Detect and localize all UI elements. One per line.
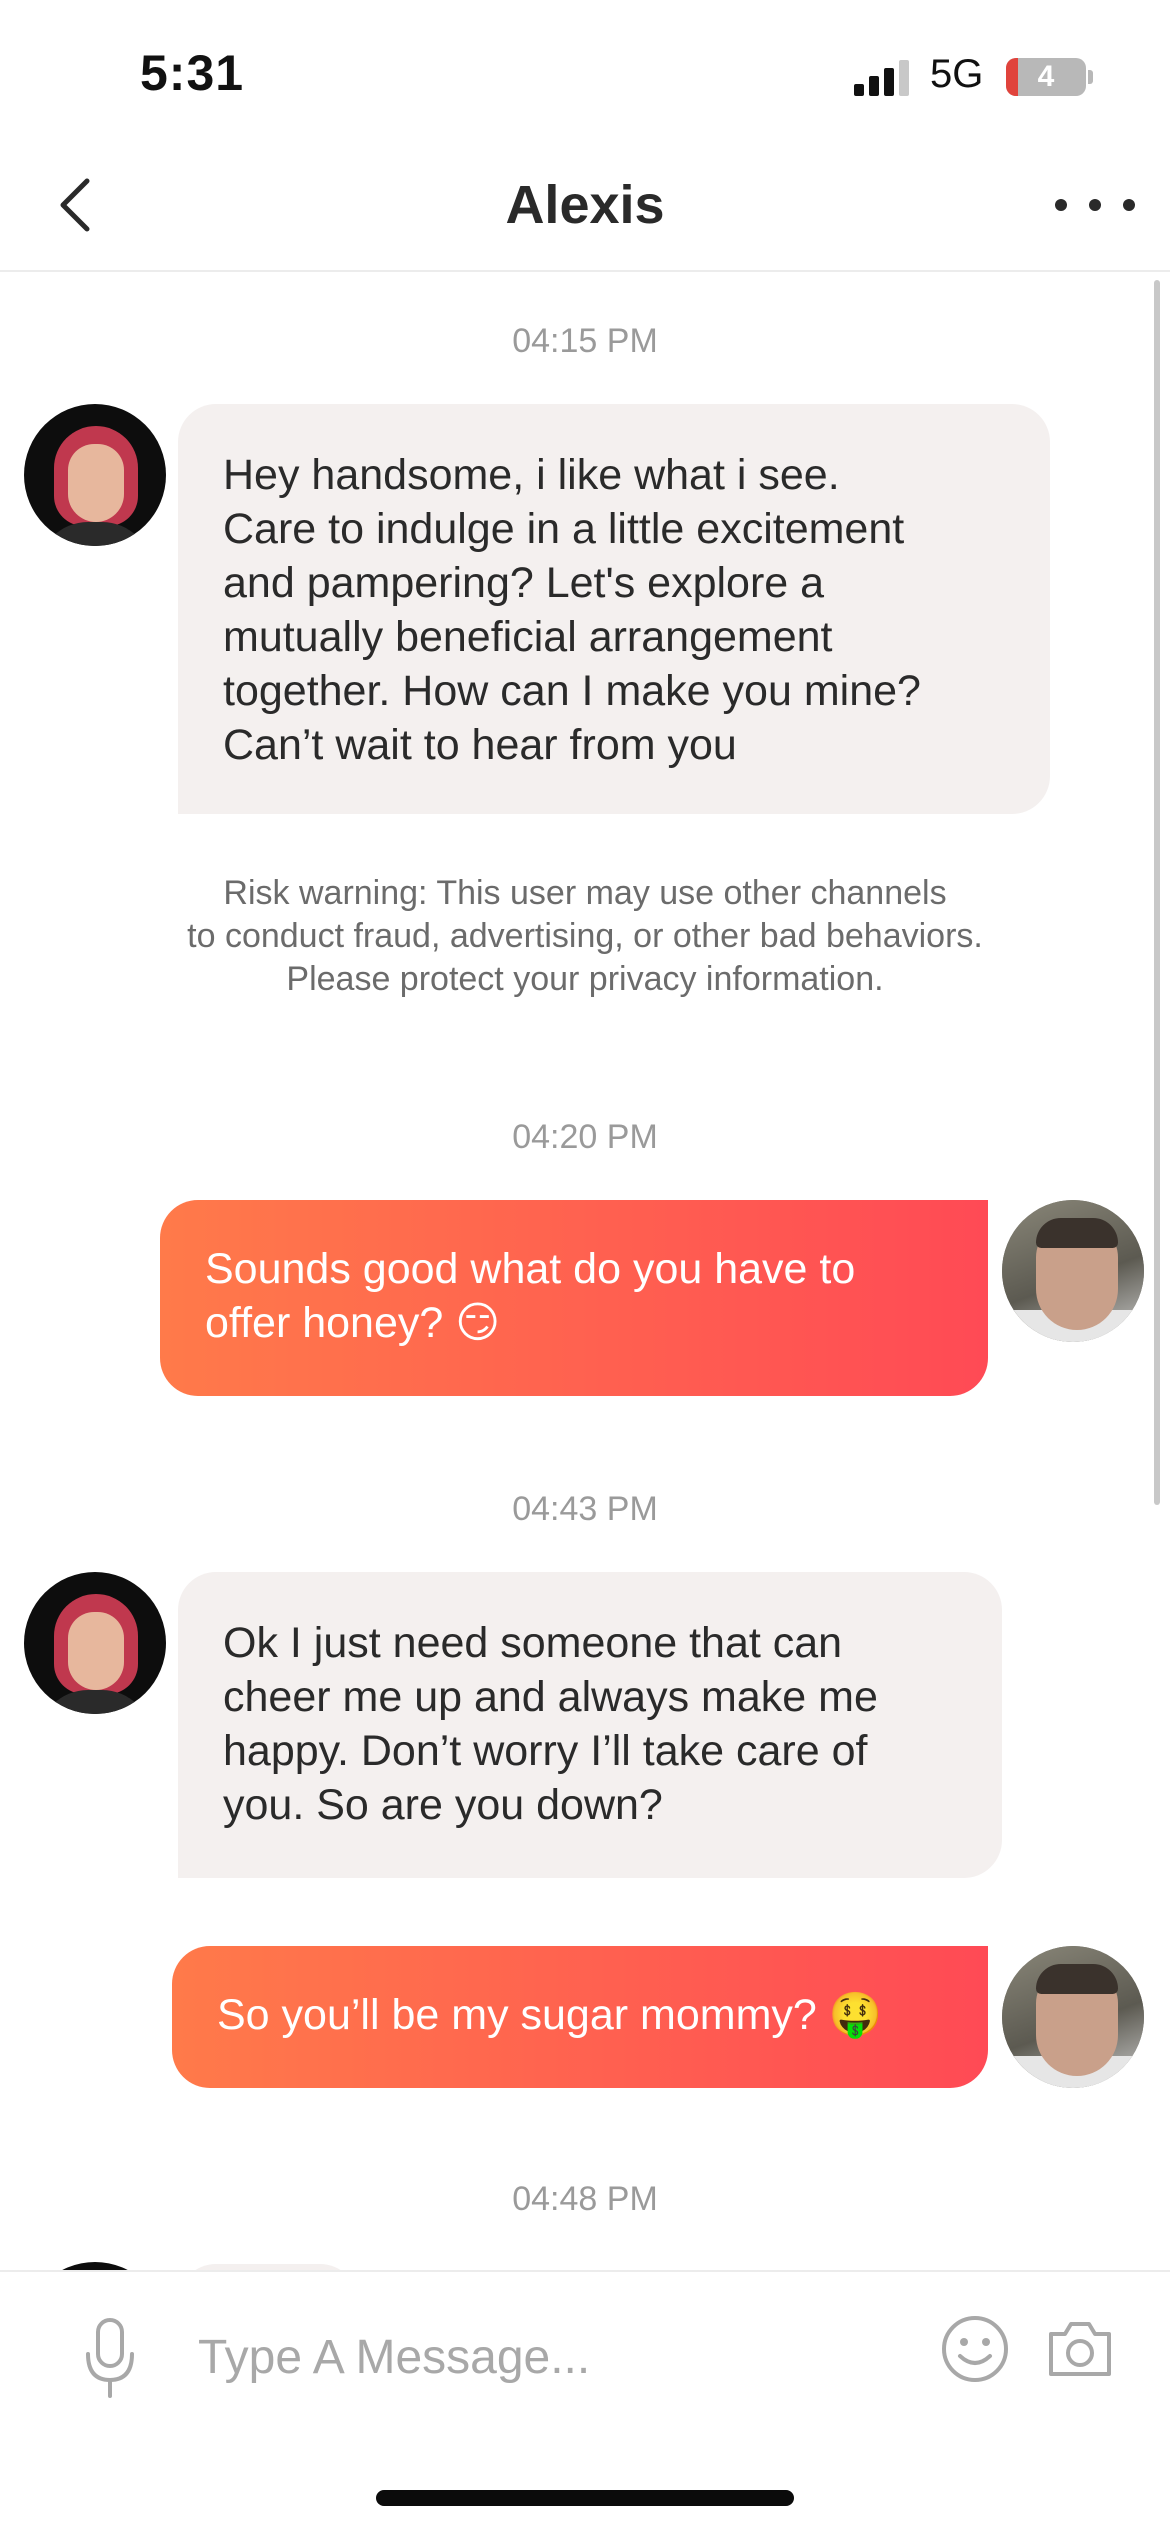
- message-text: So you’ll be my sugar mommy? 🤑: [217, 1991, 883, 2039]
- message-input[interactable]: [198, 2314, 918, 2400]
- network-label: 5G: [930, 52, 984, 96]
- outgoing-message[interactable]: Sounds good what do you have to offer ho…: [160, 1200, 988, 1396]
- microphone-button[interactable]: [80, 2314, 140, 2404]
- smiley-icon: [942, 2316, 1008, 2382]
- camera-icon: [1049, 2322, 1111, 2376]
- user-avatar[interactable]: [1002, 1946, 1144, 2088]
- battery-icon: 4: [1006, 58, 1086, 96]
- message-list[interactable]: 04:15 PM Hey handsome, i like what i see…: [0, 274, 1170, 2270]
- microphone-icon: [86, 2318, 134, 2398]
- battery-level: 4: [1037, 60, 1055, 93]
- message-text: Sounds good what do you have to offer ho…: [205, 1245, 856, 1347]
- contact-avatar[interactable]: [24, 2262, 166, 2270]
- message-timestamp: 04:48 PM: [512, 2180, 658, 2218]
- camera-button[interactable]: [1045, 2316, 1115, 2382]
- incoming-message[interactable]: Ok I just need someone that can cheer me…: [178, 1572, 1002, 1878]
- status-time: 5:31: [140, 45, 245, 101]
- risk-warning: Risk warning: This user may use other ch…: [187, 874, 983, 998]
- chat-header: Alexis: [0, 150, 1170, 272]
- contact-avatar[interactable]: [24, 1572, 166, 1714]
- contact-name: Alexis: [505, 175, 665, 235]
- incoming-message[interactable]: Hey handsome, i like what i see. Care to…: [178, 404, 1050, 814]
- message-text: Ok I just need someone that can cheer me…: [223, 1619, 878, 1829]
- user-avatar[interactable]: [1002, 1200, 1144, 1342]
- contact-avatar[interactable]: [24, 404, 166, 546]
- message-timestamp: 04:43 PM: [512, 1490, 658, 1528]
- home-indicator[interactable]: [376, 2490, 794, 2506]
- message-text: Hey handsome, i like what i see. Care to…: [223, 451, 921, 769]
- message-timestamp: 04:15 PM: [512, 322, 658, 360]
- message-timestamp: 04:20 PM: [512, 1118, 658, 1156]
- signal-icon: [854, 60, 912, 96]
- battery-nub: [1088, 70, 1093, 84]
- more-options-button[interactable]: [1055, 190, 1135, 220]
- outgoing-message[interactable]: So you’ll be my sugar mommy? 🤑: [172, 1946, 988, 2088]
- status-bar: 5:31 5G 4: [0, 0, 1170, 150]
- more-horizontal-icon: [1055, 199, 1067, 211]
- emoji-button[interactable]: [940, 2314, 1010, 2384]
